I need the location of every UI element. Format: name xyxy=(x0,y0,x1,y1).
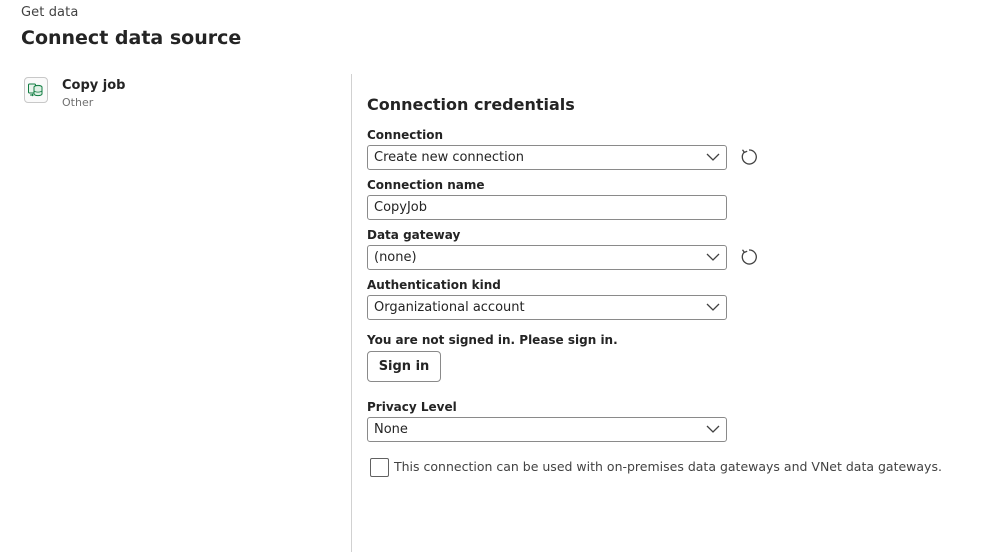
privacy-level-label: Privacy Level xyxy=(367,400,457,414)
form-title: Connection credentials xyxy=(367,95,575,114)
signin-message: You are not signed in. Please sign in. xyxy=(367,333,618,347)
auth-kind-label: Authentication kind xyxy=(367,278,501,292)
sign-in-button[interactable]: Sign in xyxy=(367,351,441,382)
connection-name-label: Connection name xyxy=(367,178,485,192)
connection-name-input[interactable]: CopyJob xyxy=(367,195,727,220)
data-gateway-refresh-icon[interactable] xyxy=(739,247,759,267)
panel-divider xyxy=(351,74,352,552)
breadcrumb[interactable]: Get data xyxy=(21,5,78,20)
copy-job-icon xyxy=(24,77,48,103)
chevron-down-icon xyxy=(706,153,720,161)
connection-value: Create new connection xyxy=(374,150,524,165)
chevron-down-icon xyxy=(706,303,720,311)
data-gateway-dropdown[interactable]: (none) xyxy=(367,245,727,270)
connect-data-source-page: Get data Connect data source Copy job Ot… xyxy=(0,0,987,552)
auth-kind-value: Organizational account xyxy=(374,300,525,315)
privacy-level-dropdown[interactable]: None xyxy=(367,417,727,442)
gateway-checkbox[interactable] xyxy=(370,458,389,477)
auth-kind-dropdown[interactable]: Organizational account xyxy=(367,295,727,320)
source-category: Other xyxy=(62,96,94,109)
gateway-checkbox-label: This connection can be used with on-prem… xyxy=(394,459,942,474)
source-item-copy-job: Copy job Other xyxy=(24,77,125,112)
data-gateway-value: (none) xyxy=(374,250,417,265)
connection-refresh-icon[interactable] xyxy=(739,147,759,167)
chevron-down-icon xyxy=(706,253,720,261)
data-gateway-label: Data gateway xyxy=(367,228,461,242)
connection-dropdown[interactable]: Create new connection xyxy=(367,145,727,170)
source-name: Copy job xyxy=(62,78,126,93)
privacy-level-value: None xyxy=(374,422,408,437)
chevron-down-icon xyxy=(706,425,720,433)
connection-label: Connection xyxy=(367,128,444,142)
page-title: Connect data source xyxy=(21,27,242,49)
